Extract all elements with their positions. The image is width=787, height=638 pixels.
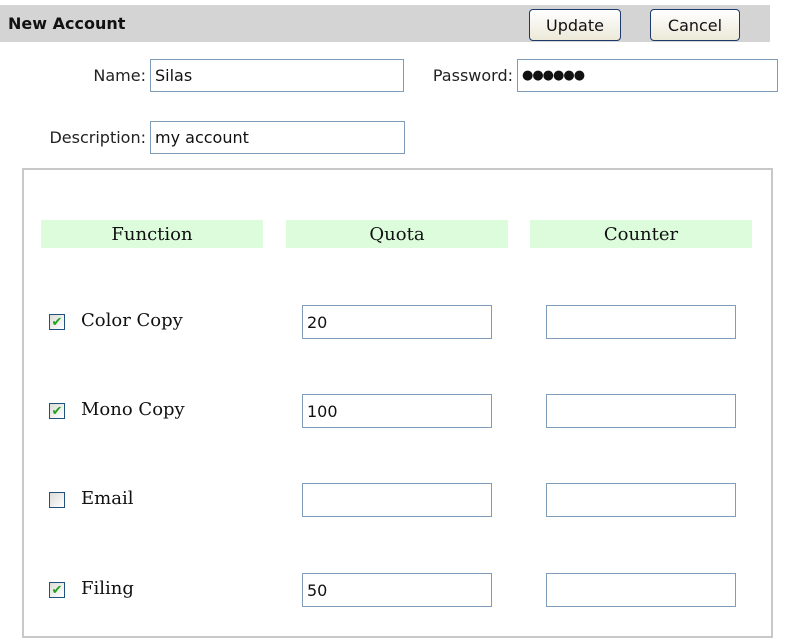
function-label: Filing: [81, 578, 134, 599]
column-header-quota: Quota: [286, 220, 508, 248]
function-label: Email: [81, 488, 134, 509]
update-button[interactable]: Update: [529, 9, 621, 41]
page-title: New Account: [8, 14, 126, 33]
checkmark-icon: ✔: [51, 314, 63, 330]
counter-input-mono-copy[interactable]: [546, 394, 736, 428]
cancel-button[interactable]: Cancel: [650, 9, 740, 41]
quota-input-email[interactable]: [302, 483, 492, 517]
checkbox-filing[interactable]: ✔: [49, 582, 65, 598]
name-label: Name:: [93, 66, 146, 85]
description-label: Description:: [49, 128, 146, 147]
quota-input-mono-copy[interactable]: [302, 394, 492, 428]
function-label: Mono Copy: [81, 399, 185, 420]
checkbox-email[interactable]: [49, 492, 65, 508]
description-input[interactable]: [150, 121, 405, 154]
counter-input-color-copy[interactable]: [546, 305, 736, 339]
function-label: Color Copy: [81, 310, 183, 331]
counter-input-filing[interactable]: [546, 573, 736, 607]
checkmark-icon: ✔: [51, 582, 63, 598]
password-label: Password:: [432, 66, 513, 85]
checkbox-color-copy[interactable]: ✔: [49, 314, 65, 330]
checkbox-mono-copy[interactable]: ✔: [49, 403, 65, 419]
name-input[interactable]: [150, 59, 404, 92]
quota-input-color-copy[interactable]: [302, 305, 492, 339]
column-header-function: Function: [41, 220, 263, 248]
password-input[interactable]: [517, 59, 778, 92]
counter-input-email[interactable]: [546, 483, 736, 517]
quota-input-filing[interactable]: [302, 573, 492, 607]
column-header-counter: Counter: [530, 220, 752, 248]
checkmark-icon: ✔: [51, 403, 63, 419]
